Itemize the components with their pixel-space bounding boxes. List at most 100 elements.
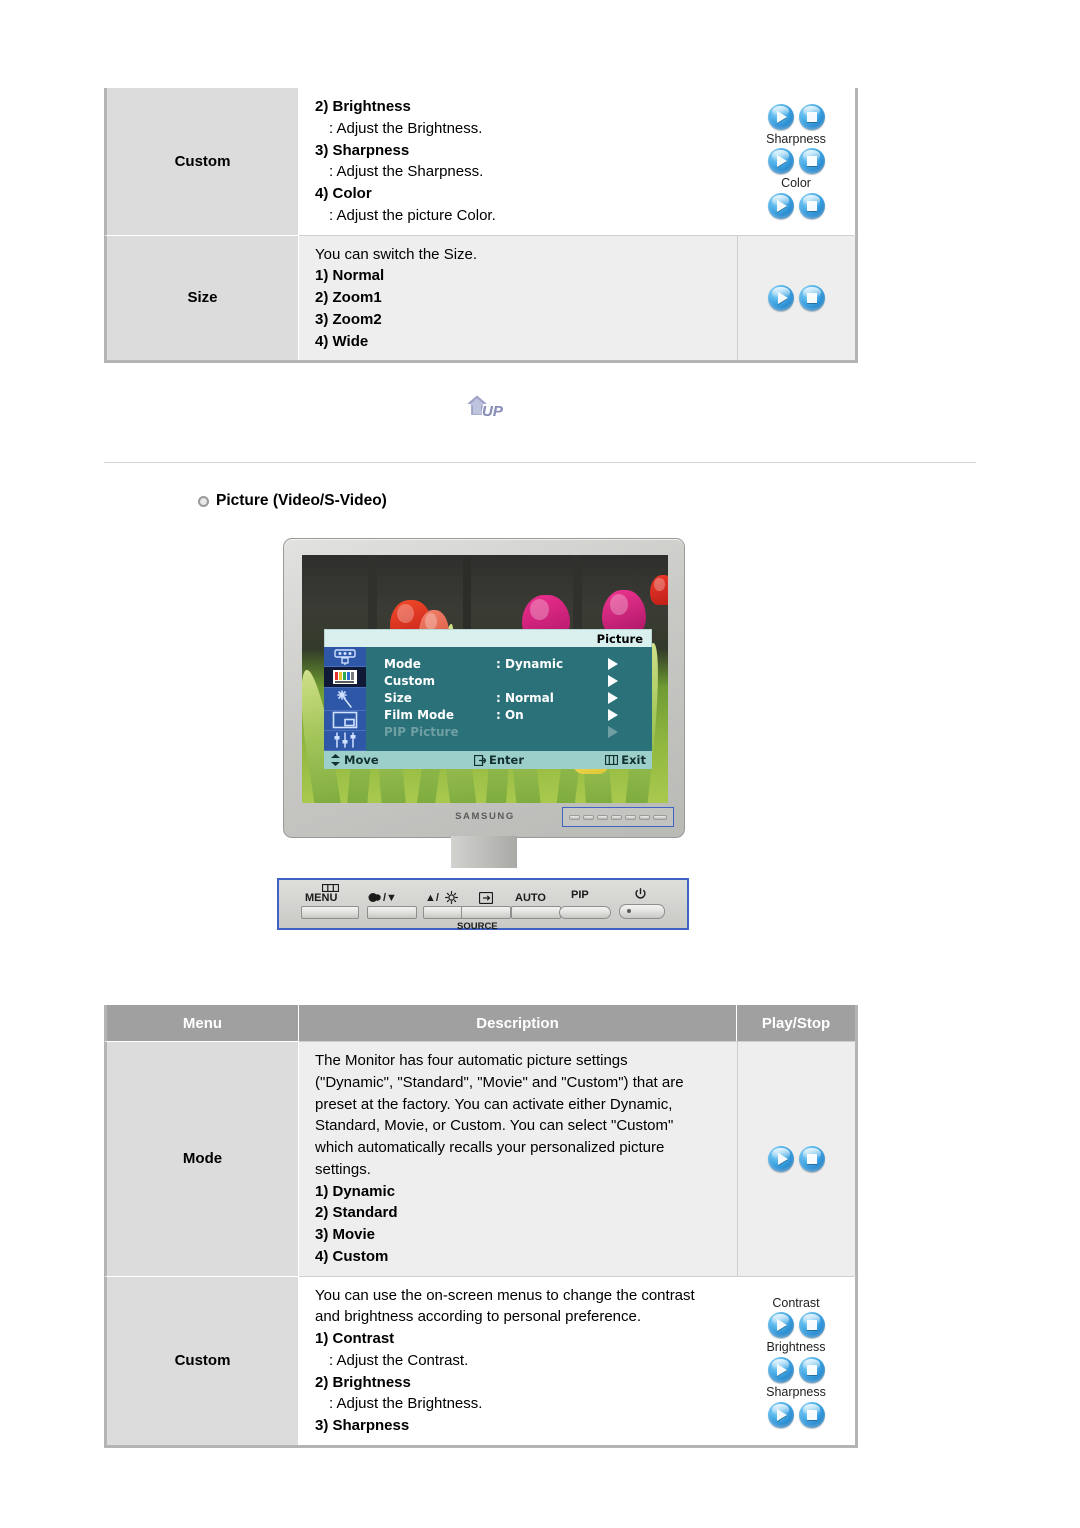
play-triangle <box>768 193 794 219</box>
stop-icon[interactable] <box>799 1145 825 1172</box>
auto-button-label: AUTO <box>515 892 546 904</box>
stop-icon[interactable] <box>798 148 825 175</box>
osd-menu-item[interactable]: Size: Normal <box>384 689 652 706</box>
table-row: Custom You can use the on-screen menus to… <box>104 1275 858 1445</box>
option-detail: : Adjust the Brightness. <box>329 1395 483 1413</box>
play-icon[interactable] <box>768 1145 794 1172</box>
description-cell: 2) Brightness: Adjust the Brightness. 3) … <box>299 88 737 235</box>
square-shape <box>806 1409 817 1420</box>
play-stop-group-label: Contrast <box>772 1295 820 1310</box>
pip-icon <box>332 711 358 729</box>
play-icon[interactable] <box>767 1312 794 1339</box>
numbered-option: 1) Normal <box>315 267 385 285</box>
power-indicator <box>627 909 631 913</box>
osd-icon-sound[interactable] <box>324 688 366 711</box>
stop-square <box>799 1146 825 1172</box>
stop-square <box>799 104 825 130</box>
numbered-option: 4) Color <box>315 185 372 202</box>
osd-menu-item[interactable]: Mode: Dynamic <box>384 655 652 672</box>
monitor-stand-neck <box>451 836 517 868</box>
square-shape <box>806 111 817 122</box>
play-icon[interactable] <box>767 103 794 130</box>
setup-icon <box>334 732 356 749</box>
stop-icon[interactable] <box>799 284 825 311</box>
play-icon[interactable] <box>767 1357 794 1383</box>
option-detail: : Adjust the picture Color. <box>329 206 496 224</box>
description-cell: You can switch the Size. 1) Normal 2) Zoom… <box>299 234 737 361</box>
menu-button-label: MENU <box>305 892 338 904</box>
description-line: The Monitor has four automatic picture s… <box>315 1052 628 1069</box>
numbered-option: 2) Standard <box>315 1204 398 1222</box>
play-stop-group-label: Brightness <box>766 1340 826 1355</box>
down-button[interactable] <box>367 906 417 919</box>
column-header-description: Description <box>299 1005 737 1041</box>
square-shape <box>806 156 817 167</box>
down-button-label: /▼ <box>383 892 397 904</box>
stop-square <box>799 285 825 311</box>
osd-title-bar: Picture <box>324 629 652 647</box>
numbered-option: 2) Brightness <box>315 1373 411 1391</box>
osd-menu-item[interactable]: PIP Picture <box>384 723 652 740</box>
menu-name-cell: Custom <box>104 88 299 235</box>
triangle-shape <box>777 155 787 168</box>
stop-icon[interactable] <box>798 1357 825 1383</box>
stop-icon[interactable] <box>798 193 825 219</box>
osd-icon-input-source[interactable] <box>324 647 366 668</box>
auto-button[interactable] <box>511 906 561 919</box>
description-cell: You can use the on-screen menus to chang… <box>299 1275 737 1445</box>
chevron-right-icon <box>608 657 618 670</box>
manual-page: Custom 2) Brightness: Adjust the Brightne… <box>0 0 1080 1528</box>
source-label: SOURCE <box>457 921 498 932</box>
monitor-hardware-buttons-highlight[interactable] <box>562 807 674 827</box>
picture-icon <box>333 669 357 684</box>
power-button[interactable] <box>619 904 665 919</box>
numbered-option: 2) Brightness <box>315 98 411 115</box>
picture-settings-table-bottom: Menu Description Play/Stop Mode The Monitor … <box>104 1005 858 1448</box>
chevron-right-icon <box>608 725 618 738</box>
play-stop-cell <box>737 234 858 361</box>
play-triangle <box>768 285 794 311</box>
square-shape <box>806 1365 817 1375</box>
play-triangle <box>768 1357 794 1383</box>
up-button[interactable]: UP UP <box>462 392 514 426</box>
stop-square <box>799 1402 825 1428</box>
play-stop-cell: Sharpness Color <box>737 88 858 235</box>
stop-square <box>799 1312 825 1338</box>
up-button-label-fill: UP <box>482 403 503 420</box>
description-cell: The Monitor has four automatic picture s… <box>299 1041 737 1276</box>
stop-icon[interactable] <box>798 103 825 130</box>
numbered-option: 4) Custom <box>315 1247 389 1265</box>
play-icon[interactable] <box>768 284 794 311</box>
play-stop-group-label: Color <box>781 176 811 191</box>
osd-footer: Move Enter Exit <box>324 751 652 769</box>
section-divider <box>104 462 976 463</box>
osd-footer-move: Move <box>324 753 474 767</box>
section-heading: Picture (Video/S-Video) <box>198 492 387 510</box>
play-stop-cell <box>737 1041 858 1276</box>
enter-source-button[interactable] <box>461 906 511 919</box>
numbered-option: 3) Sharpness <box>315 1417 410 1434</box>
pip-button[interactable] <box>559 906 611 919</box>
numbered-option: 3) Movie <box>315 1226 376 1243</box>
osd-icon-setup[interactable] <box>324 731 366 751</box>
osd-menu-item[interactable]: Custom <box>384 672 652 689</box>
osd-menu-item[interactable]: Film Mode: On <box>384 706 652 723</box>
input-source-icon <box>334 648 356 665</box>
play-icon[interactable] <box>767 193 794 219</box>
osd-item-label: PIP Picture <box>384 724 459 739</box>
stop-icon[interactable] <box>798 1401 825 1428</box>
contrast-icon <box>368 893 381 902</box>
triangle-shape <box>777 1364 787 1376</box>
play-icon[interactable] <box>767 1401 794 1428</box>
monitor-bezel: Picture Mode: Dynamic Custom Size: Nor… <box>283 538 685 838</box>
column-header-menu: Menu <box>104 1005 299 1041</box>
play-icon[interactable] <box>767 148 794 175</box>
menu-button[interactable] <box>301 906 359 919</box>
osd-title-label: Picture <box>596 631 643 646</box>
triangle-shape <box>777 291 788 304</box>
stop-icon[interactable] <box>798 1312 825 1339</box>
play-stop-button-pair <box>767 193 825 219</box>
table-row: Size You can switch the Size. 1) Normal 2) … <box>104 234 858 361</box>
osd-icon-picture[interactable] <box>324 667 366 688</box>
osd-icon-pip[interactable] <box>324 711 366 731</box>
